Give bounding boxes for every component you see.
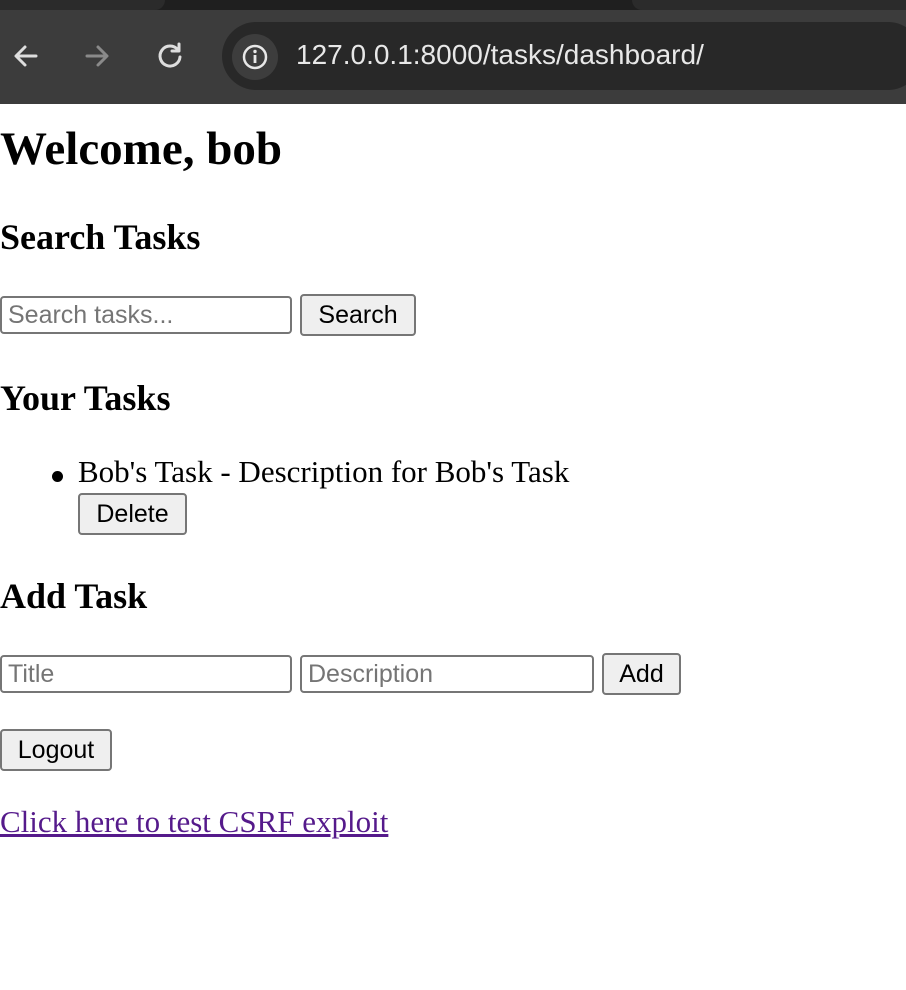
site-info-button[interactable] xyxy=(232,34,278,80)
list-bullet xyxy=(52,471,63,482)
page-title: Welcome, bob xyxy=(0,123,282,175)
description-input[interactable] xyxy=(300,655,594,693)
tab-left[interactable] xyxy=(0,0,165,10)
logout-button[interactable]: Logout xyxy=(0,729,112,771)
tab-strip xyxy=(0,0,906,10)
csrf-test-link[interactable]: Click here to test CSRF exploit xyxy=(0,804,388,840)
reload-button[interactable] xyxy=(150,36,190,76)
add-task-button[interactable]: Add xyxy=(602,653,681,695)
browser-toolbar: 127.0.0.1:8000/tasks/dashboard/ xyxy=(0,0,906,104)
delete-task-button[interactable]: Delete xyxy=(78,493,187,535)
info-icon xyxy=(242,44,268,70)
add-task-heading: Add Task xyxy=(0,576,148,616)
url-text[interactable]: 127.0.0.1:8000/tasks/dashboard/ xyxy=(296,39,704,71)
search-button[interactable]: Search xyxy=(300,294,416,336)
title-input[interactable] xyxy=(0,655,292,693)
task-item: Bob's Task - Description for Bob's Task xyxy=(78,454,570,489)
forward-button[interactable] xyxy=(77,36,117,76)
forward-arrow-icon xyxy=(85,45,109,67)
page-content: Welcome, bob Search Tasks Search Your Ta… xyxy=(0,104,906,990)
back-arrow-icon xyxy=(14,45,38,67)
tasks-heading: Your Tasks xyxy=(0,378,171,418)
tab-right[interactable] xyxy=(632,0,906,10)
reload-icon xyxy=(158,42,182,68)
search-input[interactable] xyxy=(0,296,292,334)
search-heading: Search Tasks xyxy=(0,217,201,257)
back-button[interactable] xyxy=(6,36,46,76)
address-bar[interactable]: 127.0.0.1:8000/tasks/dashboard/ xyxy=(222,22,906,90)
